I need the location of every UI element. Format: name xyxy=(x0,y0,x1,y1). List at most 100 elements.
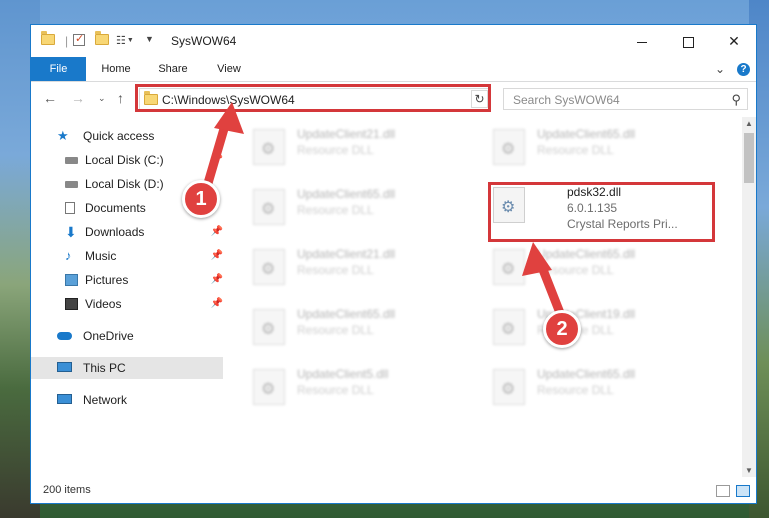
close-button[interactable]: ✕ xyxy=(711,25,757,57)
file-type: Resource DLL xyxy=(297,323,374,337)
nav-item-network[interactable]: Network xyxy=(31,389,223,411)
help-icon[interactable]: ? xyxy=(737,62,750,76)
file-type: Resource DLL xyxy=(537,383,614,397)
customize-qa-icon[interactable]: ☷ ▼ xyxy=(116,34,134,47)
videos-icon xyxy=(65,298,78,310)
nav-label: Videos xyxy=(85,297,122,311)
file-item[interactable]: UpdateClient21.dll Resource DLL xyxy=(227,123,447,175)
file-name: UpdateClient21.dll xyxy=(297,247,396,261)
pin-icon: 📌 xyxy=(210,298,223,309)
details-view-icon[interactable] xyxy=(716,485,730,497)
nav-label: Music xyxy=(85,249,117,263)
dll-file-icon xyxy=(253,129,285,165)
documents-icon xyxy=(65,202,75,214)
window-folder-icon xyxy=(41,31,55,45)
tab-file[interactable]: File xyxy=(31,57,86,81)
file-name: UpdateClient21.dll xyxy=(297,127,396,141)
file-name: UpdateClient65.dll xyxy=(297,307,396,321)
nav-item-this-pc[interactable]: This PC xyxy=(31,357,223,379)
file-type: Resource DLL xyxy=(297,383,374,397)
dll-file-icon xyxy=(493,309,525,345)
dll-file-icon xyxy=(253,309,285,345)
file-type: Resource DLL xyxy=(297,143,374,157)
tiles-view-icon[interactable] xyxy=(736,485,750,497)
tab-view[interactable]: View xyxy=(211,57,247,81)
file-list: UpdateClient21.dll Resource DLL UpdateCl… xyxy=(227,117,742,477)
scroll-thumb[interactable] xyxy=(744,133,754,183)
file-type: Resource DLL xyxy=(537,143,614,157)
nav-label: Pictures xyxy=(85,273,129,287)
up-arrow-icon[interactable]: ↑ xyxy=(117,90,124,106)
dll-file-icon xyxy=(253,369,285,405)
item-count: 200 items xyxy=(43,484,91,496)
music-icon: ♪ xyxy=(65,248,72,263)
step-badge-2: 2 xyxy=(543,310,581,348)
title-bar: | ✓ ☷ ▼ ▼ SysWOW64 ✕ xyxy=(31,25,756,57)
nav-item-onedrive[interactable]: OneDrive xyxy=(31,325,223,347)
star-icon: ★ xyxy=(57,128,69,143)
file-name: UpdateClient65.dll xyxy=(297,187,396,201)
new-folder-icon[interactable] xyxy=(95,31,109,45)
step-badge-1: 1 xyxy=(182,180,220,218)
nav-label: Network xyxy=(83,393,128,407)
recent-locations-icon[interactable]: ⌄ xyxy=(98,93,106,104)
search-placeholder: Search SysWOW64 xyxy=(513,93,620,107)
nav-item-music[interactable]: ♪ Music 📌 xyxy=(31,245,223,267)
download-icon: ⬇ xyxy=(65,224,77,240)
file-item[interactable]: UpdateClient65.dll Resource DLL xyxy=(467,243,687,295)
nav-item-videos[interactable]: Videos 📌 xyxy=(31,293,223,315)
computer-icon xyxy=(57,362,72,372)
back-arrow-icon[interactable]: ← xyxy=(43,90,57,106)
nav-label: Local Disk (D:) xyxy=(85,177,164,191)
navigation-pane: ★ Quick access Local Disk (C:) 📌 Local D… xyxy=(31,117,227,477)
drive-icon xyxy=(65,181,78,188)
tab-share[interactable]: Share xyxy=(153,57,193,81)
nav-item-downloads[interactable]: ⬇ Downloads 📌 xyxy=(31,221,223,243)
dll-file-icon xyxy=(253,189,285,225)
dll-file-icon xyxy=(253,249,285,285)
file-item[interactable]: UpdateClient65.dll Resource DLL xyxy=(227,303,447,355)
cloud-icon xyxy=(57,332,72,340)
maximize-icon xyxy=(682,36,694,48)
dll-file-icon xyxy=(493,129,525,165)
qa-dropdown-icon[interactable]: ▼ xyxy=(145,34,154,44)
file-item[interactable]: UpdateClient5.dll Resource DLL xyxy=(227,363,447,415)
pin-icon: 📌 xyxy=(210,154,223,165)
dll-file-icon xyxy=(493,249,525,285)
scroll-up-icon[interactable]: ▲ xyxy=(745,119,753,128)
close-icon: ✕ xyxy=(728,33,740,49)
scroll-down-icon[interactable]: ▼ xyxy=(745,466,753,475)
file-item[interactable]: UpdateClient65.dll Resource DLL xyxy=(467,363,687,415)
address-highlight-box xyxy=(135,84,491,112)
properties-icon[interactable]: ✓ xyxy=(73,33,85,46)
nav-label: Downloads xyxy=(85,225,145,239)
nav-item-pictures[interactable]: Pictures 📌 xyxy=(31,269,223,291)
file-type: Resource DLL xyxy=(297,263,374,277)
file-name: UpdateClient5.dll xyxy=(297,367,389,381)
file-item[interactable]: UpdateClient65.dll Resource DLL xyxy=(467,123,687,175)
file-item[interactable]: UpdateClient21.dll Resource DLL xyxy=(227,243,447,295)
search-input[interactable]: Search SysWOW64 ⚲ xyxy=(503,88,748,110)
drive-icon xyxy=(65,157,78,164)
forward-arrow-icon[interactable]: → xyxy=(71,90,85,106)
search-icon[interactable]: ⚲ xyxy=(731,92,741,108)
minimize-button[interactable] xyxy=(619,25,665,57)
pin-icon: 📌 xyxy=(210,274,223,285)
nav-label: Quick access xyxy=(83,129,155,143)
nav-label: This PC xyxy=(83,361,126,375)
tab-home[interactable]: Home xyxy=(96,57,136,81)
nav-item-local-disk-c[interactable]: Local Disk (C:) 📌 xyxy=(31,149,223,171)
file-item[interactable]: UpdateClient65.dll Resource DLL xyxy=(227,183,447,235)
vertical-scrollbar[interactable]: ▲ ▼ xyxy=(742,117,756,477)
nav-label: Local Disk (C:) xyxy=(85,153,164,167)
file-explorer-window: | ✓ ☷ ▼ ▼ SysWOW64 ✕ File Home Share View… xyxy=(30,24,757,504)
ribbon-expand-icon[interactable]: ⌄ xyxy=(715,62,725,76)
view-buttons xyxy=(716,485,750,497)
maximize-button[interactable] xyxy=(665,25,711,57)
network-icon xyxy=(57,394,72,404)
nav-item-quick-access[interactable]: ★ Quick access xyxy=(31,125,223,147)
file-name: UpdateClient65.dll xyxy=(537,367,636,381)
window-title: SysWOW64 xyxy=(171,34,237,48)
pictures-icon xyxy=(65,274,78,286)
file-highlight-box xyxy=(488,182,715,242)
